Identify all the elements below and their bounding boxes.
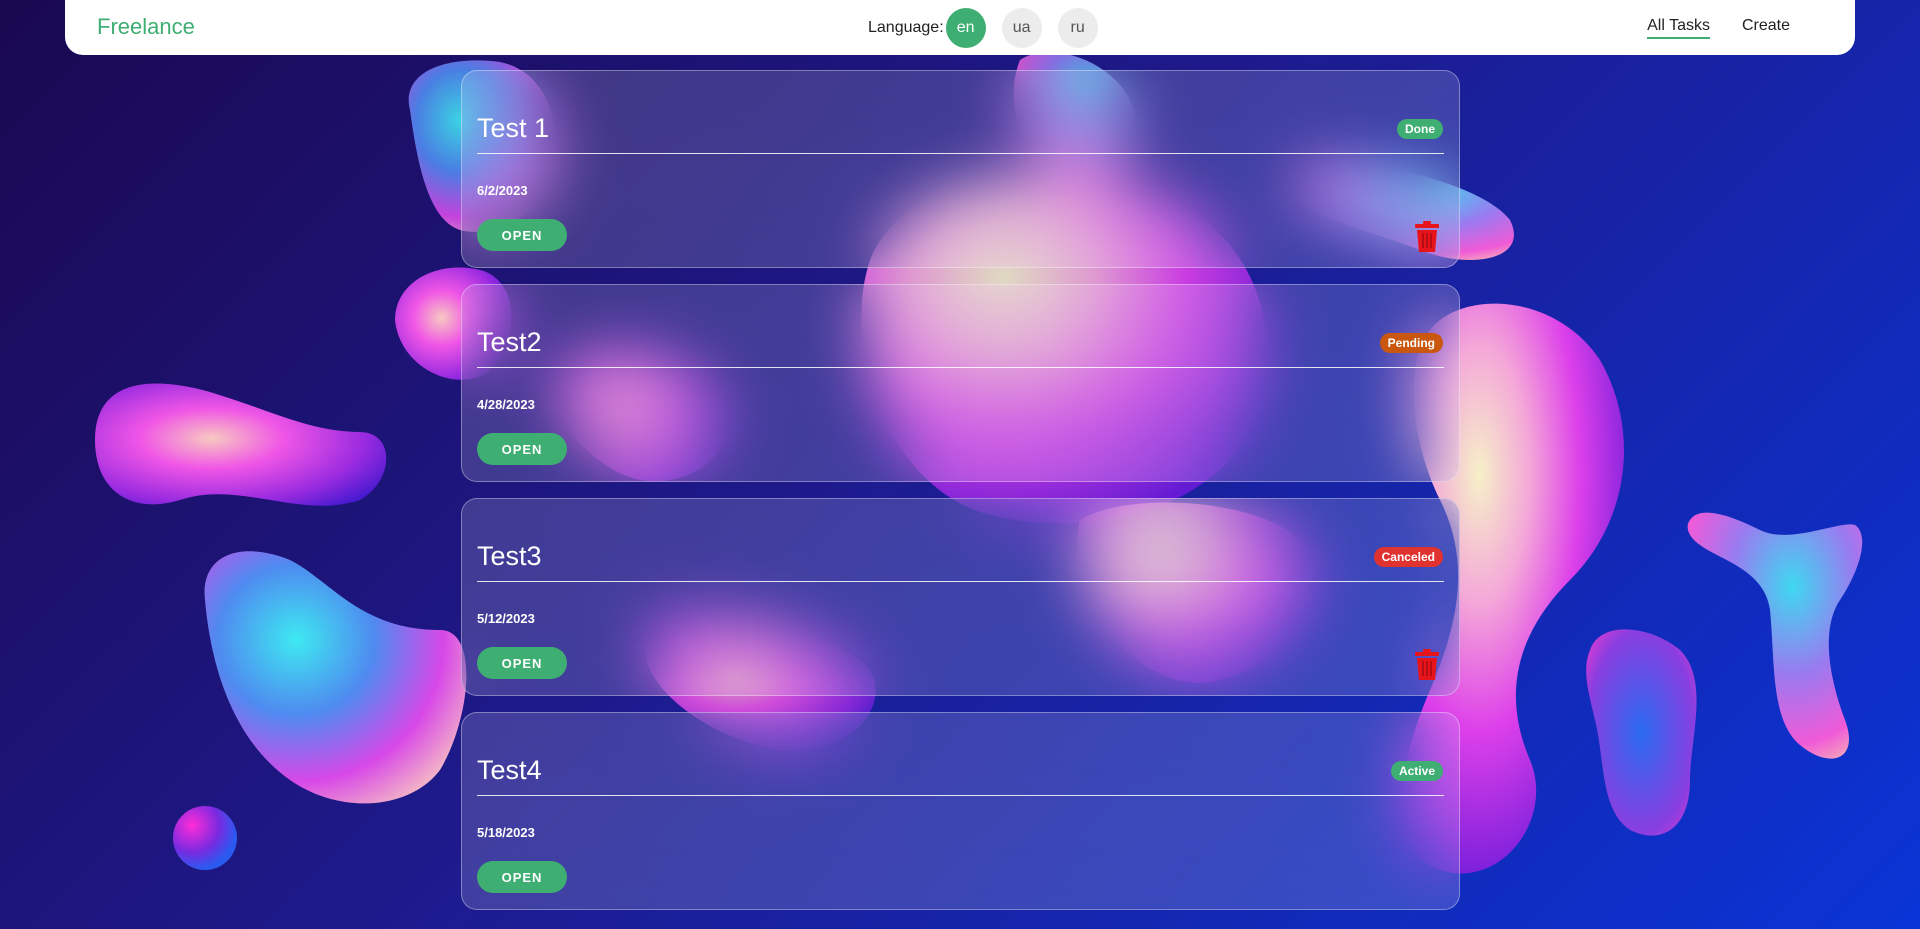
open-task-button[interactable]: OPEN xyxy=(477,861,567,893)
status-badge: Canceled xyxy=(1373,547,1443,567)
top-navbar: Freelance Language: en ua ru All Tasks C… xyxy=(65,0,1855,55)
language-button-ru[interactable]: ru xyxy=(1057,8,1098,48)
task-card: Test4 Active 5/18/2023 OPEN xyxy=(461,712,1460,910)
task-date: 5/18/2023 xyxy=(477,825,535,840)
trash-icon[interactable] xyxy=(1414,649,1440,681)
open-task-button[interactable]: OPEN xyxy=(477,647,567,679)
divider xyxy=(477,581,1444,582)
task-card: Test 1 Done 6/2/2023 OPEN xyxy=(461,70,1460,268)
nav-links: All Tasks Create xyxy=(1647,17,1790,39)
task-date: 4/28/2023 xyxy=(477,397,535,412)
nav-link-create[interactable]: Create xyxy=(1742,17,1790,39)
trash-icon[interactable] xyxy=(1414,221,1440,253)
task-date: 6/2/2023 xyxy=(477,183,528,198)
nav-link-all-tasks[interactable]: All Tasks xyxy=(1647,17,1710,39)
task-card: Test3 Canceled 5/12/2023 OPEN xyxy=(461,498,1460,696)
task-title: Test 1 xyxy=(477,113,550,143)
status-badge: Done xyxy=(1397,119,1443,139)
language-button-en[interactable]: en xyxy=(945,8,986,48)
task-card: Test2 Pending 4/28/2023 OPEN xyxy=(461,284,1460,482)
status-badge: Pending xyxy=(1379,333,1443,353)
divider xyxy=(477,153,1444,154)
language-switcher: Language: en ua ru xyxy=(868,8,1114,48)
open-task-button[interactable]: OPEN xyxy=(477,433,567,465)
language-button-ua[interactable]: ua xyxy=(1001,8,1042,48)
task-date: 5/12/2023 xyxy=(477,611,535,626)
open-task-button[interactable]: OPEN xyxy=(477,219,567,251)
brand-logo-link[interactable]: Freelance xyxy=(97,14,195,40)
task-title: Test4 xyxy=(477,755,542,785)
task-title: Test3 xyxy=(477,541,542,571)
task-title: Test2 xyxy=(477,327,542,357)
status-badge: Active xyxy=(1390,761,1443,781)
divider xyxy=(477,795,1444,796)
divider xyxy=(477,367,1444,368)
language-label: Language: xyxy=(868,19,944,36)
